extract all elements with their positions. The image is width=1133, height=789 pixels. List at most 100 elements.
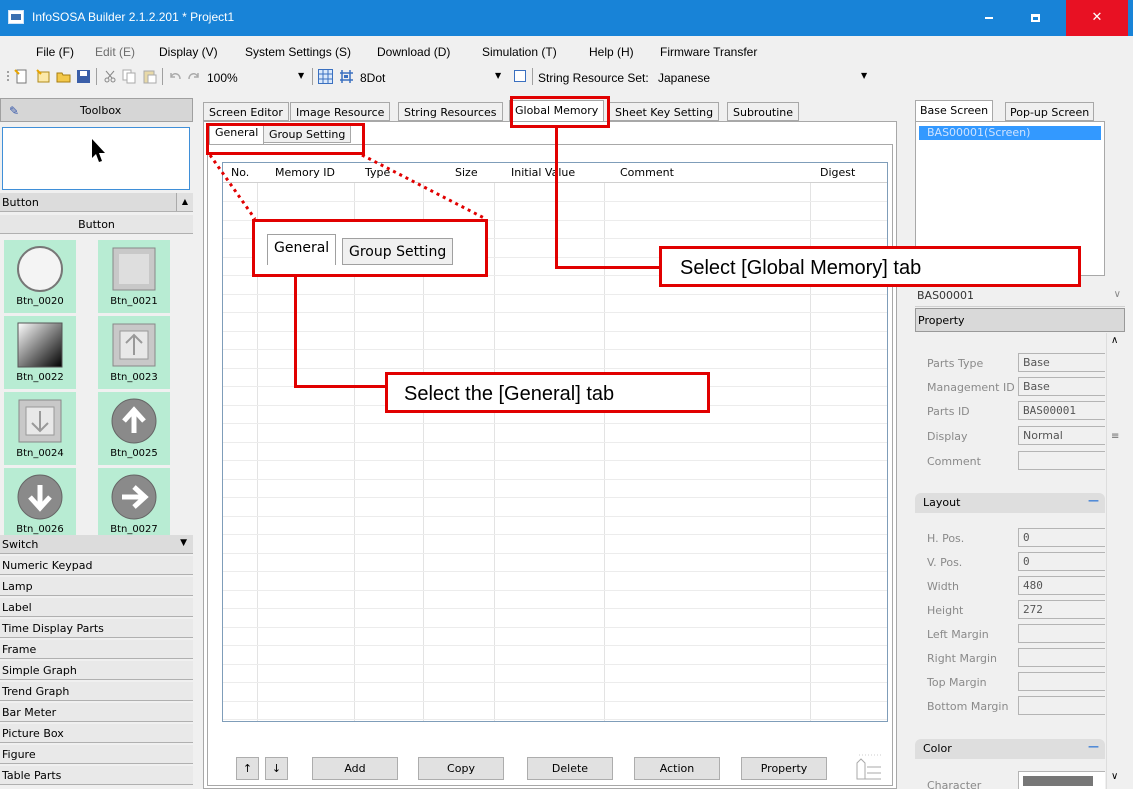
toolbox-category[interactable]: Label xyxy=(0,598,193,617)
column-header-comment[interactable]: Comment xyxy=(620,166,674,179)
menu-simulation[interactable]: Simulation (T) xyxy=(482,45,557,59)
tab-screen-editor[interactable]: Screen Editor xyxy=(203,102,289,121)
string-resource-value[interactable]: Japanese xyxy=(658,71,710,85)
minimize-button[interactable] xyxy=(966,0,1012,36)
copy-button[interactable]: Copy xyxy=(418,757,504,780)
object-selector[interactable]: BAS00001 ∨ xyxy=(915,285,1125,307)
toolbox-category[interactable]: Bar Meter xyxy=(0,703,193,722)
resize-grip-icon[interactable] xyxy=(849,753,883,781)
property-value[interactable]: 480 xyxy=(1018,576,1105,595)
tab-popup-screen[interactable]: Pop-up Screen xyxy=(1005,102,1095,121)
palette-item[interactable]: Btn_0020 xyxy=(4,240,76,313)
move-down-button[interactable]: ↓ xyxy=(265,757,288,780)
character-color-value[interactable] xyxy=(1018,771,1105,789)
menu-download[interactable]: Download (D) xyxy=(377,45,450,59)
new-screen-icon[interactable] xyxy=(36,69,51,84)
add-button[interactable]: Add xyxy=(312,757,398,780)
new-project-icon[interactable] xyxy=(14,69,29,84)
property-value[interactable]: 272 xyxy=(1018,600,1105,619)
property-button[interactable]: Property xyxy=(741,757,827,780)
column-header-no[interactable]: No. xyxy=(231,166,249,179)
close-button[interactable]: ✕ xyxy=(1066,0,1128,36)
column-header-digest[interactable]: Digest xyxy=(820,166,855,179)
property-value[interactable] xyxy=(1018,624,1105,643)
grid-dropdown-icon[interactable]: ▼ xyxy=(495,71,501,80)
palette-item[interactable]: Btn_0027 xyxy=(98,468,170,541)
property-value[interactable]: 0 xyxy=(1018,552,1105,571)
copy-icon[interactable] xyxy=(122,69,137,84)
grid-icon[interactable] xyxy=(318,69,333,84)
screen-list-item[interactable]: BAS00001(Screen) xyxy=(919,126,1101,140)
toolbox-category[interactable]: Trend Graph xyxy=(0,682,193,701)
toolbox-category-button[interactable]: Button ▲ xyxy=(0,193,193,212)
category-label: Button xyxy=(2,196,39,209)
column-header-memory-id[interactable]: Memory ID xyxy=(275,166,335,179)
scroll-thumb-icon[interactable]: ≡ xyxy=(1111,431,1119,442)
property-value[interactable]: BAS00001 xyxy=(1018,401,1105,420)
property-value[interactable] xyxy=(1018,648,1105,667)
zoom-value[interactable]: 100% xyxy=(207,71,238,85)
toolbox-category[interactable]: Frame xyxy=(0,640,193,659)
maximize-button[interactable] xyxy=(1012,0,1058,36)
color-section-header[interactable]: Color — xyxy=(915,739,1105,759)
palette-item[interactable]: Btn_0022 xyxy=(4,316,76,389)
menu-display[interactable]: Display (V) xyxy=(159,45,218,59)
delete-button[interactable]: Delete xyxy=(527,757,613,780)
menu-file[interactable]: File (F) xyxy=(36,45,74,59)
toolbox-category[interactable]: Table Parts xyxy=(0,766,193,785)
square-button-icon xyxy=(112,247,156,291)
tab-image-resource[interactable]: Image Resource xyxy=(290,102,391,121)
open-folder-icon[interactable] xyxy=(56,69,71,84)
property-value[interactable]: 0 xyxy=(1018,528,1105,547)
toolbox-category[interactable]: Figure xyxy=(0,745,193,764)
grid-size-value[interactable]: 8Dot xyxy=(360,71,385,85)
string-resource-dropdown-icon[interactable]: ▼ xyxy=(861,71,867,80)
move-up-button[interactable]: ↑ xyxy=(236,757,259,780)
tab-sheet-key-setting[interactable]: Sheet Key Setting xyxy=(609,102,720,121)
property-value[interactable] xyxy=(1018,451,1105,470)
scroll-up-icon[interactable]: ∧ xyxy=(1111,335,1118,346)
column-header-size[interactable]: Size xyxy=(455,166,478,179)
column-header-type[interactable]: Type xyxy=(365,166,390,179)
redo-icon[interactable] xyxy=(186,69,201,84)
toolbox-category[interactable]: Lamp xyxy=(0,577,193,596)
toolbox-category[interactable]: Picture Box xyxy=(0,724,193,743)
snap-grid-icon[interactable] xyxy=(339,69,354,84)
column-header-initial-value[interactable]: Initial Value xyxy=(511,166,575,179)
toolbox-category[interactable]: Time Display Parts xyxy=(0,619,193,638)
tab-string-resources[interactable]: String Resources xyxy=(398,102,503,121)
scroll-down-icon[interactable]: ∨ xyxy=(1111,771,1118,782)
zoom-dropdown-icon[interactable]: ▼ xyxy=(298,71,304,80)
checkbox-icon[interactable] xyxy=(514,70,526,82)
property-value[interactable]: Base xyxy=(1018,377,1105,396)
toolbox-category[interactable]: Simple Graph xyxy=(0,661,193,680)
property-value[interactable] xyxy=(1018,696,1105,715)
property-value[interactable]: Base xyxy=(1018,353,1105,372)
property-value[interactable]: Normal xyxy=(1018,426,1105,445)
pointer-tool[interactable] xyxy=(2,127,190,190)
toolbox-category[interactable]: Numeric Keypad xyxy=(0,556,193,575)
palette-item[interactable]: Btn_0023 xyxy=(98,316,170,389)
palette-item[interactable]: Btn_0024 xyxy=(4,392,76,465)
save-icon[interactable] xyxy=(76,69,91,84)
tab-subroutine[interactable]: Subroutine xyxy=(727,102,800,121)
toolbox-category[interactable]: Switch ▼ xyxy=(0,535,193,554)
action-button[interactable]: Action xyxy=(634,757,720,780)
property-header: Property xyxy=(915,308,1125,332)
menu-help[interactable]: Help (H) xyxy=(589,45,634,59)
palette-item[interactable]: Btn_0021 xyxy=(98,240,170,313)
menu-firmware-transfer[interactable]: Firmware Transfer xyxy=(660,45,757,59)
scroll-up-icon[interactable]: ▲ xyxy=(176,193,193,211)
property-scrollbar[interactable]: ∧ ≡ ∨ xyxy=(1106,333,1125,789)
menu-system-settings[interactable]: System Settings (S) xyxy=(245,45,351,59)
menu-edit[interactable]: Edit (E) xyxy=(95,45,135,59)
palette-item[interactable]: Btn_0026 xyxy=(4,468,76,541)
tab-base-screen[interactable]: Base Screen xyxy=(915,100,994,122)
palette-item[interactable]: Btn_0025 xyxy=(98,392,170,465)
toolbar-separator xyxy=(96,68,97,85)
undo-icon[interactable] xyxy=(168,69,183,84)
property-value[interactable] xyxy=(1018,672,1105,691)
paste-icon[interactable] xyxy=(142,69,157,84)
layout-section-header[interactable]: Layout — xyxy=(915,493,1105,513)
cut-icon[interactable] xyxy=(103,69,118,84)
